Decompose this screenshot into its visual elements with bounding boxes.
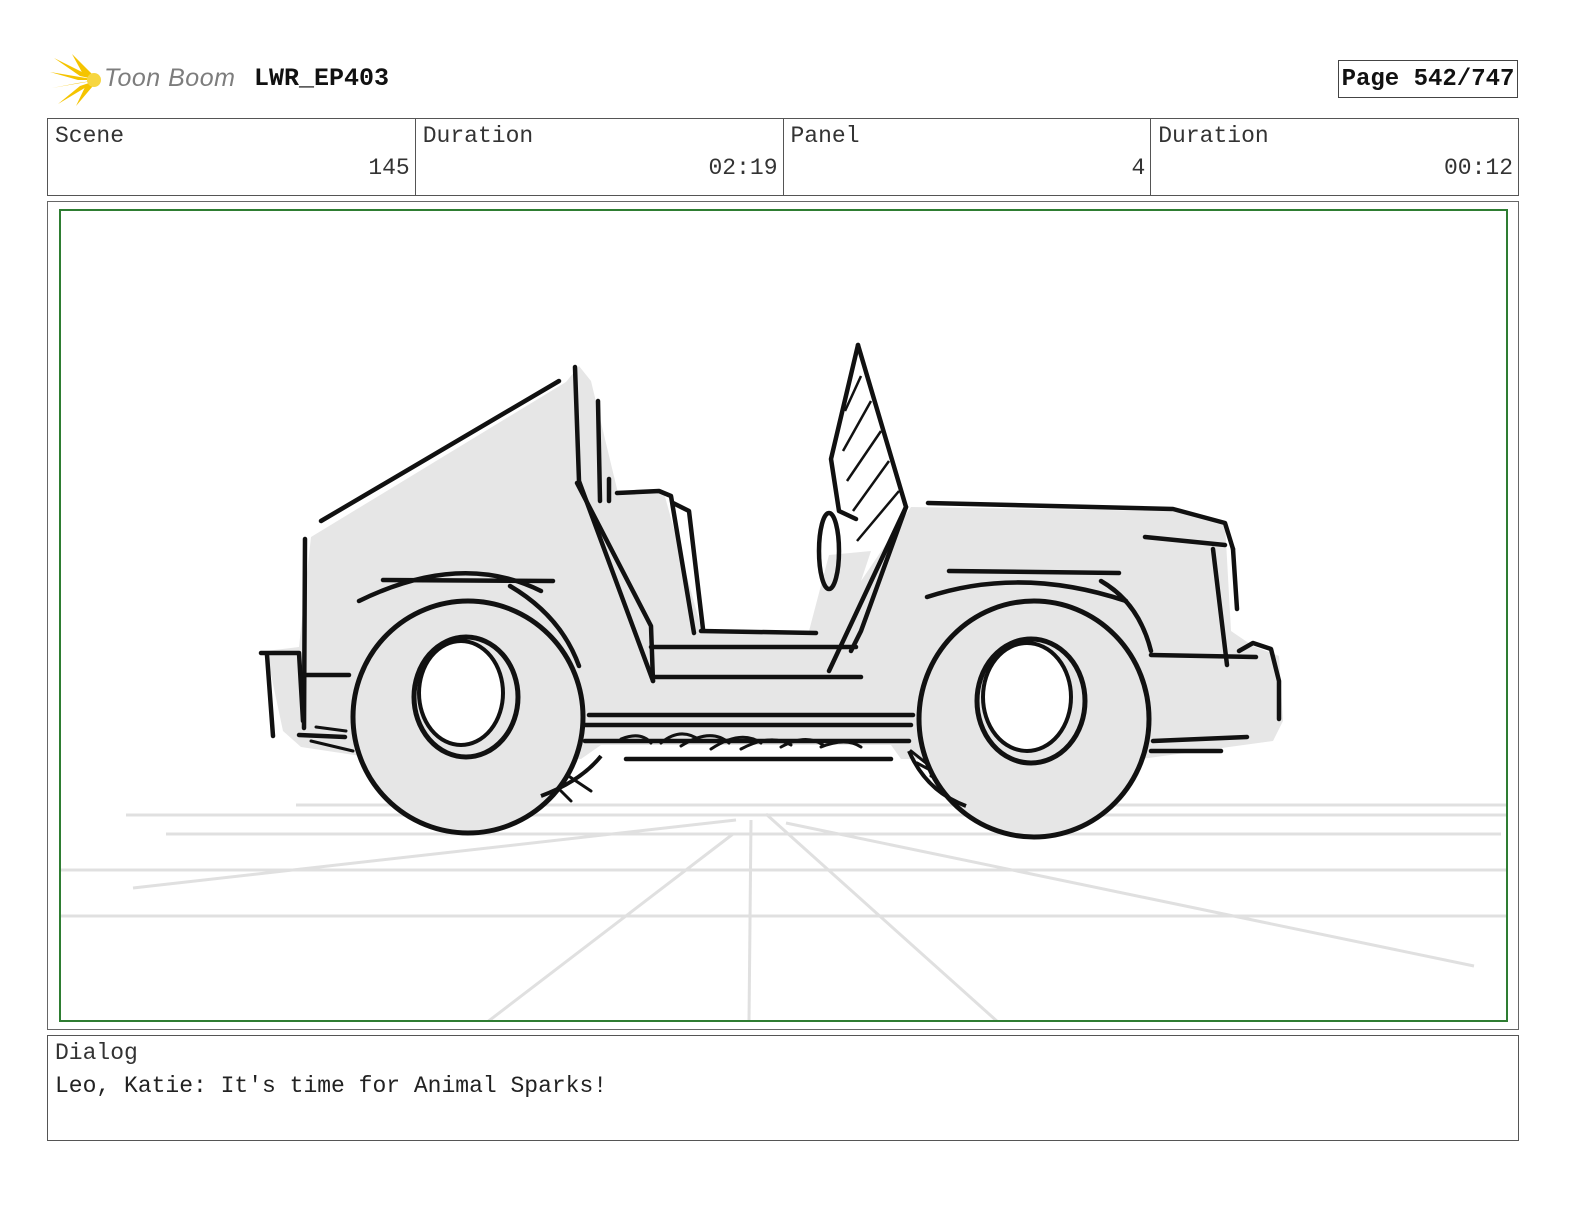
jeep-sketch: [61, 342, 1506, 1020]
scene-cell: Scene 145: [48, 119, 416, 195]
scene-value: 145: [368, 155, 410, 181]
panel-label: Panel: [790, 123, 860, 149]
scene-duration-value: 02:19: [708, 155, 778, 181]
toon-boom-logo: Toon Boom: [50, 52, 240, 108]
logo-text: Toon Boom: [104, 64, 236, 92]
perspective-guides: [61, 803, 1506, 1020]
panel-duration-label: Duration: [1158, 123, 1269, 149]
scene-label: Scene: [55, 123, 125, 149]
starburst-icon: [50, 54, 101, 106]
scene-duration-cell: Duration 02:19: [416, 119, 784, 195]
panel-duration-value: 00:12: [1443, 155, 1513, 181]
dialog-label: Dialog: [55, 1040, 138, 1066]
dialog-text: Leo, Katie: It's time for Animal Sparks!: [55, 1073, 608, 1099]
scene-duration-label: Duration: [422, 123, 534, 149]
info-table: Scene 145 Duration 02:19 Panel 4 Duratio…: [47, 118, 1519, 196]
dialog-box: Dialog Leo, Katie: It's time for Animal …: [47, 1035, 1519, 1141]
page-counter: Page 542/747: [1338, 60, 1518, 98]
panel-cell: Panel 4: [784, 119, 1152, 195]
project-title: LWR_EP403: [254, 64, 390, 93]
panel-value: 4: [1131, 155, 1146, 181]
storyboard-panel[interactable]: [59, 209, 1508, 1022]
panel-duration-cell: Duration 00:12: [1151, 119, 1518, 195]
